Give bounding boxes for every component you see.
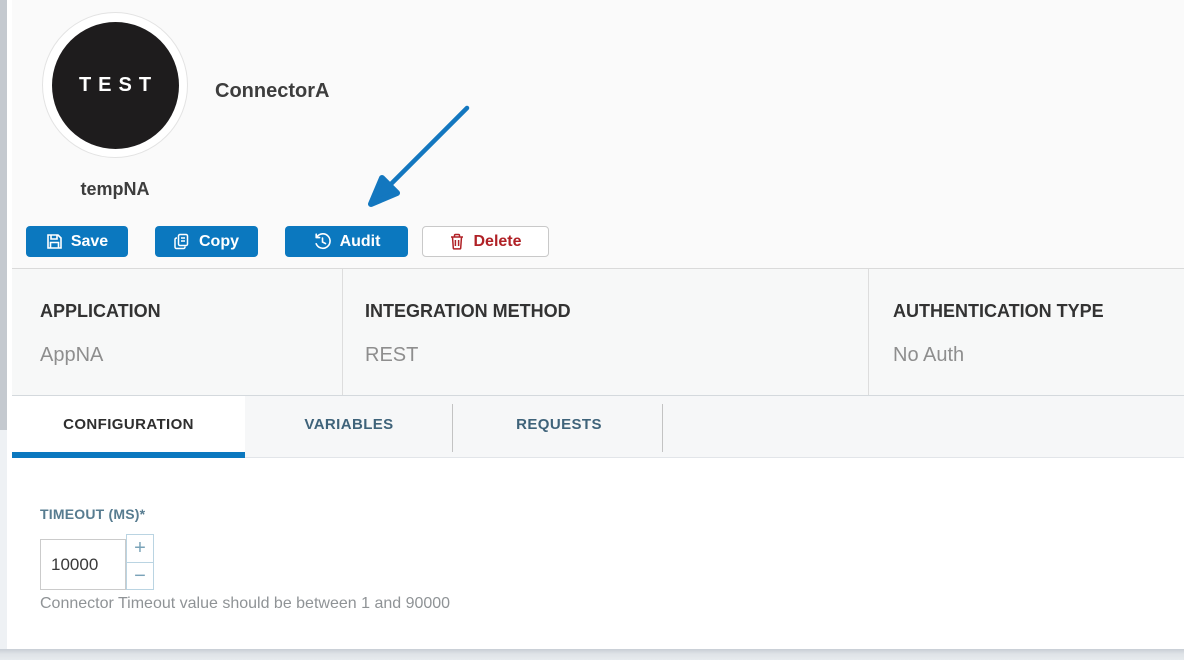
tab-divider [452, 404, 453, 452]
authentication-type-label: AUTHENTICATION TYPE [893, 301, 1104, 322]
delete-button-label: Delete [473, 233, 521, 251]
vertical-scrollbar-track[interactable] [0, 0, 7, 649]
vertical-scrollbar-thumb[interactable] [0, 0, 7, 430]
summary-divider [868, 269, 869, 395]
audit-button-label: Audit [340, 233, 381, 251]
tab-configuration[interactable]: CONFIGURATION [12, 396, 245, 452]
increment-button[interactable]: + [127, 535, 153, 562]
timeout-input[interactable] [40, 539, 126, 590]
audit-button[interactable]: Audit [285, 226, 408, 257]
decrement-button[interactable]: − [127, 562, 153, 590]
summary-divider [342, 269, 343, 395]
integration-method-label: INTEGRATION METHOD [365, 301, 571, 322]
connector-title: ConnectorA [215, 80, 329, 103]
connector-summary: APPLICATION AppNA INTEGRATION METHOD RES… [12, 268, 1184, 396]
tab-variables[interactable]: VARIABLES [245, 396, 453, 452]
authentication-type-value: No Auth [893, 344, 964, 367]
application-value: AppNA [40, 344, 103, 367]
save-icon [46, 233, 63, 250]
delete-button[interactable]: Delete [422, 226, 549, 257]
copy-button[interactable]: Copy [155, 226, 258, 257]
configuration-panel: TIMEOUT (MS)* + − Connector Timeout valu… [12, 458, 1184, 649]
save-button[interactable]: Save [26, 226, 128, 257]
bottom-panel-edge [0, 649, 1184, 660]
detail-tabbar: CONFIGURATION VARIABLES REQUESTS [12, 396, 1184, 458]
tab-divider [662, 404, 663, 452]
save-button-label: Save [71, 233, 108, 251]
connector-avatar: TEST [42, 12, 188, 158]
trash-icon [449, 233, 465, 250]
avatar-label: TEST [72, 74, 158, 97]
audit-history-icon [313, 232, 332, 251]
integration-method-value: REST [365, 344, 418, 367]
template-name: tempNA [42, 179, 188, 200]
connector-detail-page: TEST ConnectorA tempNA Save Copy [0, 0, 1184, 660]
timeout-stepper: + − [126, 534, 154, 590]
timeout-field-label: TIMEOUT (MS)* [40, 506, 145, 522]
tab-requests[interactable]: REQUESTS [453, 396, 665, 452]
copy-icon [174, 233, 191, 250]
application-label: APPLICATION [40, 301, 161, 322]
connector-avatar-circle: TEST [52, 22, 179, 149]
timeout-helper-text: Connector Timeout value should be betwee… [40, 595, 450, 613]
copy-button-label: Copy [199, 233, 239, 251]
